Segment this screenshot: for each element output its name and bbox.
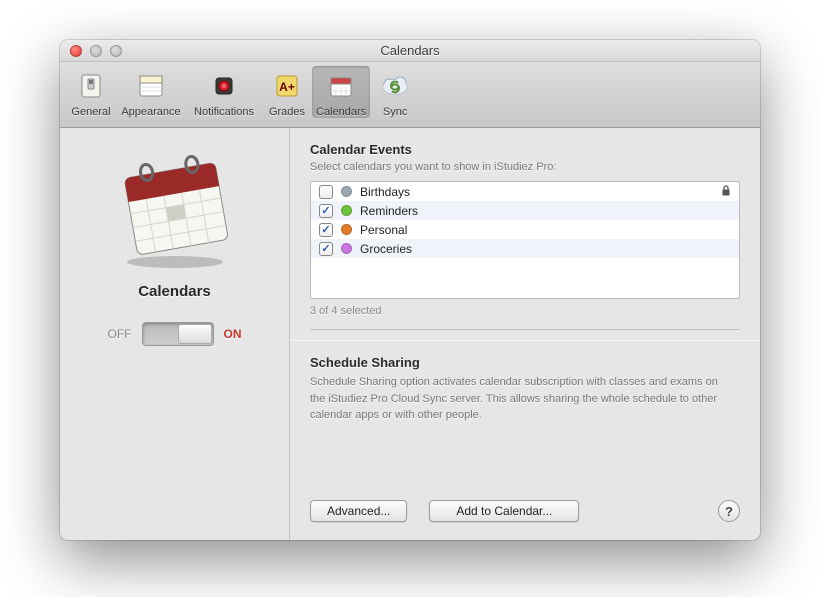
checkbox[interactable] — [319, 185, 333, 199]
notifications-icon — [206, 68, 242, 104]
tab-label: Notifications — [194, 106, 254, 118]
tab-appearance[interactable]: Appearance — [116, 66, 186, 118]
tab-general[interactable]: General — [66, 66, 116, 118]
calendar-icon — [323, 68, 359, 104]
toggle-row: OFF ON — [108, 322, 242, 346]
body: Calendars OFF ON Calendar Events Select … — [60, 128, 760, 540]
tab-label: Sync — [383, 106, 407, 118]
add-to-calendar-button[interactable]: Add to Calendar... — [429, 500, 579, 522]
calendar-events-section: Calendar Events Select calendars you wan… — [290, 128, 760, 340]
checkbox[interactable]: ✓ — [319, 204, 333, 218]
calendar-name: Groceries — [360, 242, 731, 256]
section-title: Calendar Events — [310, 142, 740, 157]
calendar-name: Birthdays — [360, 185, 721, 199]
lock-icon — [721, 185, 731, 199]
schedule-sharing-section: Schedule Sharing Schedule Sharing option… — [290, 340, 760, 540]
color-dot — [341, 186, 352, 197]
tab-calendars[interactable]: Calendars — [312, 66, 370, 118]
help-button[interactable]: ? — [718, 500, 740, 522]
tab-notifications[interactable]: Notifications — [186, 66, 262, 118]
section-description: Schedule Sharing option activates calend… — [310, 374, 730, 424]
side-title: Calendars — [138, 283, 211, 300]
tab-label: Calendars — [316, 106, 366, 118]
tab-sync[interactable]: Sync — [370, 66, 420, 118]
tab-label: Grades — [269, 106, 305, 118]
calendar-name: Reminders — [360, 204, 731, 218]
side-panel: Calendars OFF ON — [60, 128, 290, 540]
color-dot — [341, 224, 352, 235]
calendar-row-groceries[interactable]: ✓ Groceries — [311, 239, 739, 258]
calendars-toggle[interactable] — [142, 322, 214, 346]
toggle-off-label: OFF — [108, 327, 132, 341]
titlebar: Calendars — [60, 40, 760, 62]
section-subtitle: Select calendars you want to show in iSt… — [310, 161, 740, 173]
calendar-row-personal[interactable]: ✓ Personal — [311, 220, 739, 239]
calendar-row-birthdays[interactable]: Birthdays — [311, 182, 739, 201]
calendar-name: Personal — [360, 223, 731, 237]
advanced-button[interactable]: Advanced... — [310, 500, 407, 522]
calendar-list: Birthdays ✓ Reminders ✓ Personal — [310, 181, 740, 299]
divider — [310, 329, 740, 330]
preferences-window: Calendars General Appearance Notificatio… — [60, 40, 760, 540]
checkbox[interactable]: ✓ — [319, 223, 333, 237]
tab-grades[interactable]: A+ Grades — [262, 66, 312, 118]
toggle-knob — [178, 324, 212, 344]
calendar-large-icon — [105, 142, 245, 277]
toggle-on-label: ON — [224, 327, 242, 341]
tab-label: Appearance — [121, 106, 180, 118]
grades-icon: A+ — [269, 68, 305, 104]
color-dot — [341, 205, 352, 216]
cloud-sync-icon — [377, 68, 413, 104]
button-row: Advanced... Add to Calendar... ? — [310, 500, 740, 522]
calendar-row-reminders[interactable]: ✓ Reminders — [311, 201, 739, 220]
selection-count: 3 of 4 selected — [310, 305, 740, 317]
checkbox[interactable]: ✓ — [319, 242, 333, 256]
switch-icon — [73, 68, 109, 104]
toolbar: General Appearance Notifications A+ Grad… — [60, 62, 760, 128]
svg-text:A+: A+ — [279, 80, 295, 94]
appearance-icon — [133, 68, 169, 104]
color-dot — [341, 243, 352, 254]
section-title: Schedule Sharing — [310, 355, 740, 370]
tab-label: General — [71, 106, 110, 118]
main-panel: Calendar Events Select calendars you wan… — [290, 128, 760, 540]
window-title: Calendars — [60, 43, 760, 58]
